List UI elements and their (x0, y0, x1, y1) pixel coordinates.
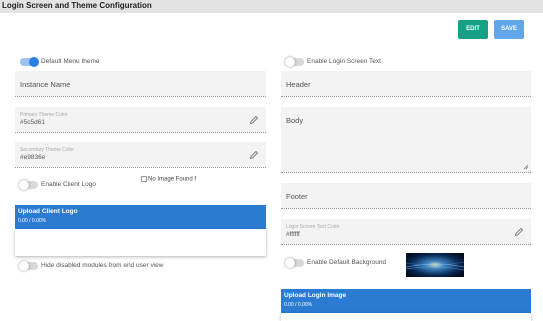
default-background-thumbnail (406, 253, 464, 277)
login-text-color-value: #ffffff (286, 231, 300, 238)
resize-handle-icon[interactable] (523, 164, 529, 170)
default-menu-theme-toggle[interactable] (20, 57, 39, 67)
body-textarea[interactable]: Body (281, 107, 531, 173)
hide-disabled-modules-toggle[interactable] (19, 261, 38, 271)
client-logo-label: Enable Client Logo (41, 181, 96, 188)
primary-theme-color-field[interactable]: Primary Theme Color #5c5d61 (15, 107, 266, 133)
footer-placeholder: Footer (286, 192, 308, 201)
header-input[interactable]: Header (281, 71, 531, 97)
broken-image-icon (141, 176, 147, 182)
upload-client-logo-header: Upload Client Logo 0.00 / 0.00% (15, 205, 266, 229)
client-logo-toggle[interactable] (19, 180, 38, 190)
body-placeholder: Body (286, 116, 304, 125)
primary-theme-color-value: #5c5d61 (20, 119, 45, 126)
footer-input[interactable]: Footer (281, 183, 531, 209)
secondary-theme-color-value: #e9836e (20, 154, 46, 161)
upload-client-logo-title: Upload Client Logo (18, 208, 78, 215)
client-logo-alt-text: No Image Found f (148, 176, 197, 183)
pencil-icon[interactable] (514, 227, 524, 237)
login-screen-text-label: Enable Login Screen Text (307, 58, 381, 65)
upload-login-image-dropzone[interactable] (281, 313, 531, 321)
upload-login-image-header: Upload Login Image 0.00 / 0.00% (281, 289, 531, 313)
upload-client-logo-panel[interactable]: Upload Client Logo 0.00 / 0.00% (15, 205, 266, 256)
instance-name-placeholder: Instance Name (20, 80, 71, 89)
page-title: Login Screen and Theme Configuration (2, 1, 152, 10)
default-background-toggle[interactable] (285, 258, 304, 268)
secondary-theme-color-label: Secondary Theme Color (20, 147, 75, 153)
upload-login-image-panel[interactable]: Upload Login Image 0.00 / 0.00% (281, 289, 531, 321)
default-menu-theme-label: Default Menu theme (41, 58, 100, 65)
upload-login-image-title: Upload Login Image (284, 292, 347, 299)
client-logo-image: No Image Found f (141, 176, 196, 183)
pencil-icon[interactable] (249, 115, 259, 125)
save-button[interactable]: SAVE (494, 20, 524, 39)
primary-theme-color-label: Primary Theme Color (20, 112, 68, 118)
hide-disabled-modules-label: Hide disabled modules from end user view (41, 262, 164, 269)
login-text-color-label: Login Screen Text Color (286, 224, 340, 230)
upload-client-logo-progress: 0.00 / 0.00% (18, 218, 47, 224)
secondary-theme-color-field[interactable]: Secondary Theme Color #e9836e (15, 142, 266, 168)
instance-name-input[interactable]: Instance Name (15, 71, 266, 97)
login-text-color-field[interactable]: Login Screen Text Color #ffffff (281, 219, 531, 245)
upload-client-logo-dropzone[interactable] (15, 229, 266, 256)
login-screen-text-toggle[interactable] (285, 57, 304, 67)
default-background-label: Enable Default Background (307, 259, 387, 266)
edit-button[interactable]: EDIT (458, 20, 488, 39)
header-placeholder: Header (286, 80, 311, 89)
pencil-icon[interactable] (249, 150, 259, 160)
upload-login-image-progress: 0.00 / 0.00% (284, 302, 313, 308)
page-title-bar: Login Screen and Theme Configuration (0, 0, 543, 13)
